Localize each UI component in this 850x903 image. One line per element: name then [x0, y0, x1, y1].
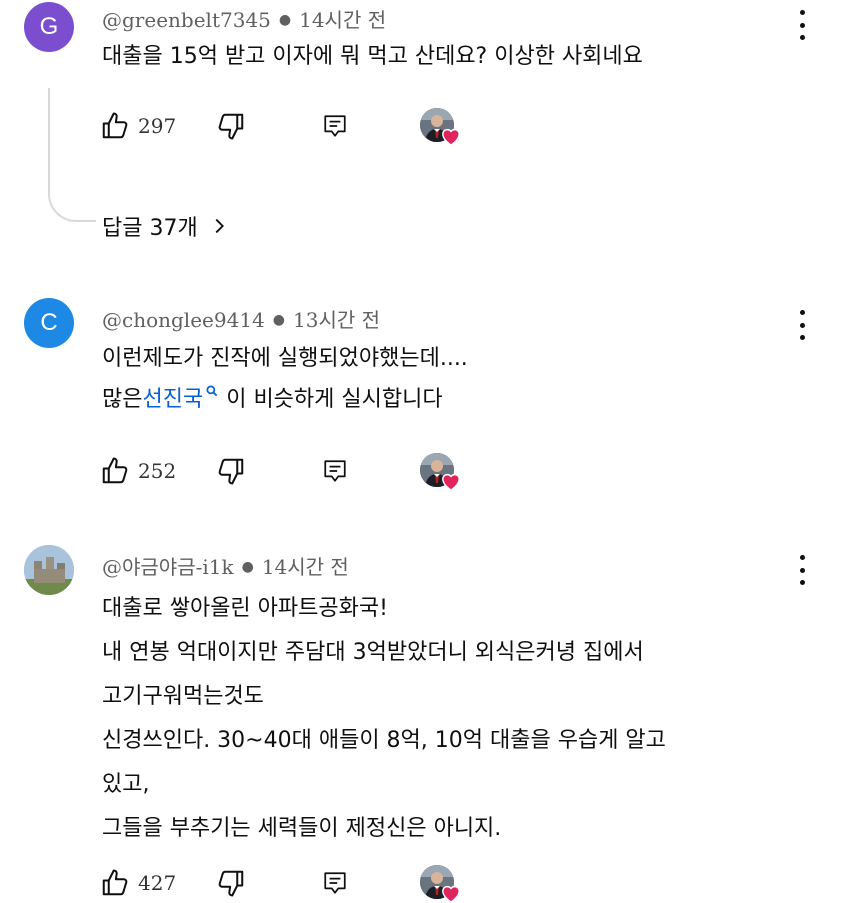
chevron-right-icon [215, 218, 224, 234]
thumbs-down-icon [216, 868, 246, 898]
thumbs-up-icon [100, 111, 130, 141]
comment-meta: @chonglee9414 ● 13시간 전 [102, 304, 380, 333]
avatar[interactable]: G [24, 2, 74, 52]
action-bar: 252 [100, 451, 500, 491]
thumbs-up-icon [100, 456, 130, 486]
comment-text: 이런제도가 진작에 실행되었야했는데.... 많은선진국 이 비슷하게 실시합니… [102, 340, 468, 418]
replies-label: 답글 37개 [102, 216, 198, 241]
like-count: 252 [138, 459, 177, 483]
more-vert-icon[interactable] [790, 555, 814, 585]
timestamp[interactable]: 13시간 전 [293, 308, 380, 332]
comment-meta: @야금야금-i1k ● 14시간 전 [102, 551, 349, 580]
comment-line: 대출로 쌓아올린 아파트공화국! [102, 596, 388, 621]
avatar[interactable]: C [24, 298, 74, 348]
like-count: 297 [138, 114, 177, 138]
comment-text: 대출로 쌓아올린 아파트공화국! 내 연봉 억대이지만 주담대 3억받았더니 외… [102, 587, 666, 851]
reply-button[interactable] [322, 106, 348, 146]
like-button[interactable]: 252 [100, 451, 176, 491]
comment-text: 대출을 15억 받고 이자에 뭐 먹고 산데요? 이상한 사회네요 [102, 38, 643, 75]
like-count: 427 [138, 871, 177, 895]
search-icon [206, 385, 218, 396]
avatar[interactable] [24, 545, 74, 595]
dislike-button[interactable] [216, 106, 246, 146]
dislike-button[interactable] [216, 863, 246, 903]
thumbs-up-icon [100, 868, 130, 898]
timestamp[interactable]: 14시간 전 [262, 555, 349, 579]
separator-dot: ● [241, 559, 254, 575]
author-handle[interactable]: @greenbelt7345 [102, 8, 271, 32]
author-handle[interactable]: @chonglee9414 [102, 308, 265, 332]
comment-line: 있고, [102, 772, 150, 797]
creator-heart-icon [440, 126, 462, 146]
comment-line: 대출을 15억 받고 이자에 뭐 먹고 산데요? 이상한 사회네요 [102, 44, 643, 69]
reply-icon [322, 113, 348, 139]
timestamp[interactable]: 14시간 전 [299, 8, 386, 32]
more-vert-icon[interactable] [790, 310, 814, 340]
reply-button[interactable] [322, 451, 348, 491]
like-button[interactable]: 427 [100, 863, 176, 903]
thumbs-down-icon [216, 456, 246, 486]
like-button[interactable]: 297 [100, 106, 176, 146]
reply-icon [322, 870, 348, 896]
separator-dot: ● [272, 312, 285, 328]
reply-thread-line [48, 88, 96, 222]
creator-heart-icon [440, 883, 462, 903]
avatar-letter: C [40, 309, 58, 336]
comment-line: 신경쓰인다. 30~40대 애들이 8억, 10억 대출을 우습게 알고 [102, 728, 666, 753]
view-replies-button[interactable]: 답글 37개 [102, 210, 230, 242]
comment-meta: @greenbelt7345 ● 14시간 전 [102, 4, 386, 33]
comment-line: 그들을 부추기는 세력들이 제정신은 아니지. [102, 816, 502, 841]
action-bar: 297 [100, 106, 500, 146]
author-handle[interactable]: @야금야금-i1k [102, 555, 234, 579]
avatar-letter: G [39, 13, 59, 40]
comment-line: 고기구워먹는것도 [102, 684, 264, 709]
dislike-button[interactable] [216, 451, 246, 491]
reply-icon [322, 458, 348, 484]
more-vert-icon[interactable] [790, 10, 814, 40]
castle-avatar-image [24, 545, 74, 595]
comment-line: 이런제도가 진작에 실행되었야했는데.... [102, 346, 468, 371]
creator-heart-icon [440, 471, 462, 491]
reply-button[interactable] [322, 863, 348, 903]
action-bar: 427 [100, 863, 500, 903]
separator-dot: ● [278, 12, 292, 28]
search-link[interactable]: 선진국 [142, 385, 219, 412]
comment-line: 내 연봉 억대이지만 주담대 3억받았더니 외식은커녕 집에서 [102, 640, 644, 665]
thumbs-down-icon [216, 111, 246, 141]
comment-line: 많은선진국 이 비슷하게 실시합니다 [102, 381, 468, 418]
